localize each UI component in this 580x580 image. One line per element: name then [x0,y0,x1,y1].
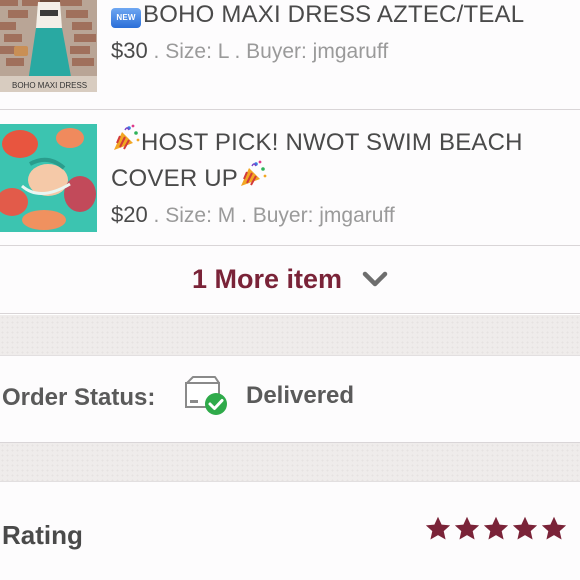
star-icon[interactable] [424,515,452,543]
more-items-label: 1 More item [191,264,343,294]
item-details: . Size: L . Buyer: jmgaruff [147,40,389,63]
rating-label: Rating [2,520,83,550]
party-popper-icon [114,124,140,150]
thumb-caption: BOHO MAXI DRESS [12,81,88,90]
rating-row: Rating [0,481,580,580]
rating-stars[interactable] [424,515,568,543]
item-info: HOST PICK! NWOT SWIM BEACH COVER UP $20 … [111,124,568,231]
item-title[interactable]: HOST PICK! NWOT SWIM BEACH COVER UP [111,124,568,196]
item-price: $30 [111,38,148,63]
chevron-down-icon [362,271,388,286]
order-status-label: Order Status: [2,384,156,411]
order-status-row: Order Status: Delivered [0,355,580,443]
item-title-text-2: COVER UP [111,165,238,192]
item-price: $20 [111,202,148,227]
item-details: . Size: M . Buyer: jmgaruff [147,204,395,227]
item-title-text: BOHO MAXI DRESS AZTEC/TEAL [143,1,525,28]
more-items-button[interactable]: 1 More item [0,246,580,314]
star-icon[interactable] [540,515,568,543]
item-title-text: HOST PICK! NWOT SWIM BEACH [141,129,523,156]
item-meta: $30 . Size: L . Buyer: jmgaruff [111,36,568,67]
delivered-box-icon [185,376,227,415]
star-icon[interactable] [511,515,539,543]
order-status-value: Delivered [246,382,355,409]
section-divider [0,443,580,481]
item-title[interactable]: NEW BOHO MAXI DRESS AZTEC/TEAL [111,0,568,32]
item-info: NEW BOHO MAXI DRESS AZTEC/TEAL $30 . Size… [111,0,568,67]
item-meta: $20 . Size: M . Buyer: jmgaruff [111,200,568,231]
party-popper-icon [240,160,267,186]
star-icon[interactable] [482,515,510,543]
new-badge-icon: NEW [111,8,141,28]
item-thumbnail[interactable]: BOHO MAXI DRESS [0,0,97,92]
section-divider [0,315,580,355]
order-item[interactable]: HOST PICK! NWOT SWIM BEACH COVER UP $20 … [0,110,580,246]
order-item[interactable]: BOHO MAXI DRESS NEW BOHO MAXI DRESS AZTEC… [0,0,580,110]
star-icon[interactable] [453,515,481,543]
order-details-page: BOHO MAXI DRESS NEW BOHO MAXI DRESS AZTEC… [0,0,580,580]
item-thumbnail[interactable] [0,124,97,232]
